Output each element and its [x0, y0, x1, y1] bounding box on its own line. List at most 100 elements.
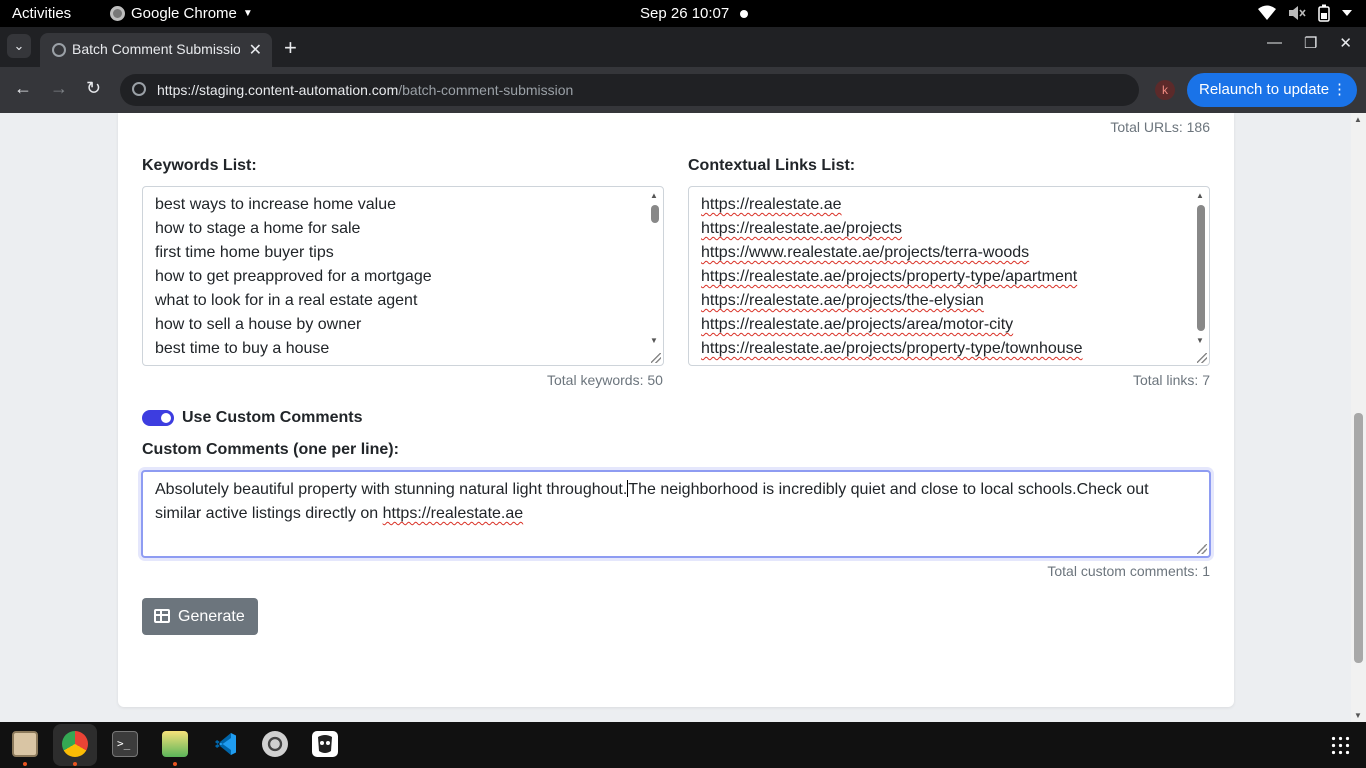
tab-search-button[interactable]: ⌄: [7, 34, 31, 58]
keywords-textarea[interactable]: best ways to increase home value how to …: [142, 186, 664, 366]
link-line: https://realestate.ae/projects/property-…: [701, 337, 1083, 361]
battery-icon: [1318, 4, 1330, 22]
profile-avatar[interactable]: k: [1155, 80, 1175, 100]
app-glyph-icon: [318, 735, 332, 753]
page-scrollbar-thumb[interactable]: [1354, 413, 1363, 663]
app-name: Google Chrome: [131, 5, 237, 22]
generate-button[interactable]: Generate: [142, 598, 258, 635]
power-menu-caret-icon: [1342, 10, 1352, 16]
table-icon: [154, 609, 170, 623]
minimize-icon[interactable]: —: [1267, 34, 1282, 52]
files-icon[interactable]: [12, 731, 38, 757]
url-path: /batch-comment-submission: [398, 82, 574, 98]
link-line-text: https://realestate.ae/projects: [701, 220, 902, 237]
links-label: Contextual Links List:: [688, 157, 856, 174]
tab-title: Batch Comment Submission: [72, 41, 240, 57]
page-scrollbar[interactable]: ▲ ▼: [1351, 113, 1366, 722]
back-icon[interactable]: ←: [14, 78, 32, 99]
running-indicator: [23, 762, 27, 766]
links-total: Total links: 7: [1132, 372, 1210, 388]
system-top-bar: Activities Google Chrome ▼ Sep 26 10:07: [0, 0, 1366, 27]
links-list: https://realestate.ae https://realestate…: [701, 193, 1083, 361]
links-scrollbar[interactable]: ▲ ▼: [1195, 191, 1207, 346]
window-controls: — ❐ ✕: [1267, 34, 1352, 52]
reload-icon[interactable]: ↻: [86, 78, 101, 99]
link-line: https://realestate.ae/projects/the-elysi…: [701, 289, 1083, 313]
terminal-icon[interactable]: >_: [112, 731, 138, 757]
clock[interactable]: Sep 26 10:07: [640, 5, 729, 22]
tab-active[interactable]: Batch Comment Submission ✕: [40, 33, 272, 67]
vscode-glyph-icon: [215, 733, 236, 755]
maximize-icon[interactable]: ❐: [1304, 34, 1317, 52]
site-info-icon[interactable]: [132, 82, 146, 96]
show-apps-icon[interactable]: [1330, 735, 1350, 755]
relaunch-label: Relaunch to update: [1199, 81, 1330, 98]
toggle-knob: [161, 413, 171, 423]
gnome-app-icon[interactable]: [312, 731, 338, 757]
running-indicator: [173, 762, 177, 766]
vscode-icon[interactable]: [212, 731, 238, 757]
address-bar[interactable]: https://staging.content-automation.com/b…: [120, 74, 1139, 106]
link-line-text: https://realestate.ae/projects/the-elysi…: [701, 292, 984, 309]
link-line: https://realestate.ae/projects/area/moto…: [701, 313, 1083, 337]
volume-muted-icon: [1289, 6, 1306, 20]
keyword-line: what to look for in a real estate agent: [155, 292, 418, 309]
link-line-text: https://realestate.ae/projects/property-…: [701, 268, 1078, 285]
scrollbar-thumb[interactable]: [1197, 205, 1205, 331]
scroll-up-icon[interactable]: ▲: [1196, 191, 1204, 200]
comment-text-before-caret: Absolutely beautiful property with stunn…: [155, 481, 628, 498]
globe-icon: [52, 43, 66, 57]
chrome-icon[interactable]: [62, 731, 88, 757]
forward-icon[interactable]: →: [50, 78, 68, 99]
total-urls: Total URLs: 186: [1110, 119, 1210, 135]
close-icon[interactable]: ✕: [249, 40, 262, 60]
scroll-down-icon[interactable]: ▼: [1196, 336, 1204, 345]
browser-toolbar: ← → ↻ https://staging.content-automation…: [0, 67, 1366, 113]
settings-icon[interactable]: [262, 731, 288, 757]
url-text: https://staging.content-automation.com/b…: [157, 82, 573, 98]
links-textarea[interactable]: https://realestate.ae https://realestate…: [688, 186, 1210, 366]
link-line-text: https://realestate.ae/projects/area/moto…: [701, 316, 1014, 333]
keywords-list: best ways to increase home value how to …: [155, 193, 432, 361]
page-viewport: Total URLs: 186 Keywords List: best ways…: [0, 113, 1351, 722]
chevron-down-icon: ▼: [242, 8, 253, 19]
link-line: https://realestate.ae: [701, 193, 1083, 217]
app-menu[interactable]: Google Chrome ▼: [110, 5, 253, 22]
link-line: https://realestate.ae/projects/property-…: [701, 265, 1083, 289]
resize-handle[interactable]: [1197, 544, 1207, 554]
resize-handle[interactable]: [1197, 353, 1207, 363]
custom-comments-textarea[interactable]: Absolutely beautiful property with stunn…: [141, 470, 1211, 558]
keyword-line: first time home buyer tips: [155, 244, 334, 261]
dock: >_: [0, 722, 1366, 768]
more-vert-icon[interactable]: ⋮: [1332, 73, 1347, 107]
system-tray[interactable]: [1258, 4, 1352, 22]
activities-button[interactable]: Activities: [12, 5, 71, 22]
custom-comments-label: Custom Comments (one per line):: [142, 441, 399, 458]
keyword-line: best ways to increase home value: [155, 196, 397, 213]
toggle-label[interactable]: Use Custom Comments: [182, 409, 362, 427]
keyword-line: how to stage a home for sale: [155, 220, 361, 237]
image-editor-icon[interactable]: [162, 731, 188, 757]
form-card: Total URLs: 186 Keywords List: best ways…: [118, 113, 1234, 707]
custom-comments-toggle[interactable]: [142, 410, 174, 426]
keyword-line: how to sell a house by owner: [155, 316, 362, 333]
chrome-icon: [110, 6, 125, 21]
resize-handle[interactable]: [651, 353, 661, 363]
close-window-icon[interactable]: ✕: [1339, 34, 1352, 52]
tab-strip: ⌄ Batch Comment Submission ✕ + — ❐ ✕: [0, 27, 1366, 67]
scroll-up-icon[interactable]: ▲: [650, 191, 658, 200]
custom-comments-total: Total custom comments: 1: [1047, 563, 1210, 579]
new-tab-button[interactable]: +: [284, 35, 297, 61]
keyword-line: best time to buy a house: [155, 340, 330, 357]
notification-dot-icon: [740, 10, 748, 18]
relaunch-to-update-button[interactable]: Relaunch to update ⋮: [1187, 73, 1357, 107]
link-line-text: https://www.realestate.ae/projects/terra…: [701, 244, 1030, 261]
keywords-scrollbar[interactable]: ▲ ▼: [649, 191, 661, 346]
keywords-total: Total keywords: 50: [547, 372, 663, 388]
chevron-down-icon: ⌄: [13, 38, 25, 53]
scroll-up-icon[interactable]: ▲: [1354, 115, 1362, 124]
url-host: https://staging.content-automation.com: [157, 82, 399, 98]
scroll-down-icon[interactable]: ▼: [650, 336, 658, 345]
scrollbar-thumb[interactable]: [651, 205, 659, 223]
scroll-down-icon[interactable]: ▼: [1354, 711, 1362, 720]
